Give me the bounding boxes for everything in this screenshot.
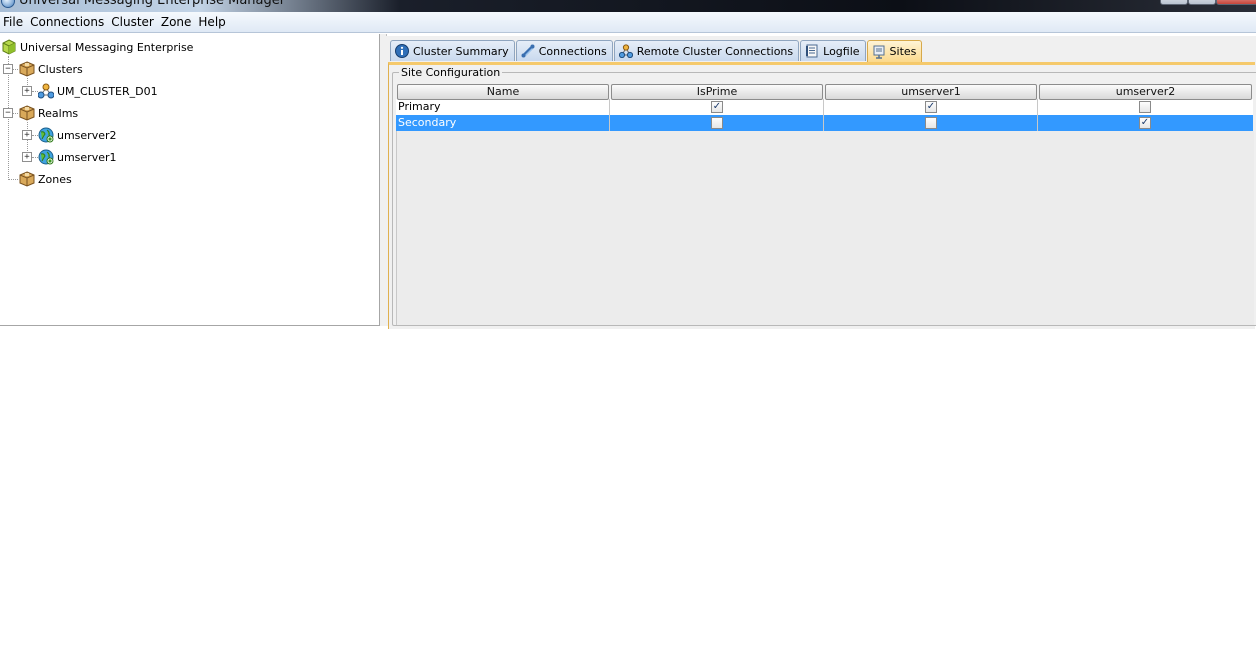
column-header-umserver1[interactable]: umserver1 [825,84,1037,100]
site-table: Name IsPrime umserver1 umserver2 Primary… [396,83,1254,325]
clusters-collapse-toggle[interactable]: − [3,64,13,74]
column-header-umserver2[interactable]: umserver2 [1039,84,1252,100]
tree-item-root[interactable]: Universal Messaging Enterprise [1,36,193,58]
tree-label-realms: Realms [38,106,79,120]
logfile-icon [805,44,819,58]
tree-item-realm[interactable]: umserver1 [38,146,117,168]
app-icon [1,0,15,8]
window-title: Universal Messaging Enterprise Manager [19,0,286,8]
tree-label-root: Universal Messaging Enterprise [20,40,194,54]
umserver1-checkbox[interactable]: ✓ [925,101,937,113]
tab-bar: Cluster Summary Connections Remote Clust… [390,40,923,62]
tab-connections[interactable]: Connections [515,40,613,61]
tree-item-realms[interactable]: Realms [19,102,78,124]
box-icon [19,171,35,187]
minimize-button[interactable] [1160,0,1188,5]
site-configuration-group: Site Configuration Name IsPrime umserver… [392,66,1256,326]
menu-connections[interactable]: Connections [27,12,108,32]
tree-label-clusters: Clusters [38,62,83,76]
realms-collapse-toggle[interactable]: − [3,108,13,118]
box-icon [19,61,35,77]
table-header: Name IsPrime umserver1 umserver2 [396,83,1253,100]
close-button[interactable] [1216,0,1256,5]
realm-expand-toggle[interactable]: + [22,152,32,162]
box-icon [19,105,35,121]
tab-logfile[interactable]: Logfile [800,40,866,61]
maximize-button[interactable] [1188,0,1216,5]
table-row[interactable]: Primary ✓ ✓ [396,99,1253,115]
menu-file[interactable]: File [0,12,27,32]
globe-icon [38,149,54,165]
tree-label-zones: Zones [38,172,72,186]
navigation-tree: Universal Messaging Enterprise − Cluster… [0,34,380,326]
title-bar: Universal Messaging Enterprise Manager [0,0,1256,12]
column-header-name[interactable]: Name [397,84,609,100]
tree-label-cluster: UM_CLUSTER_D01 [57,84,158,98]
cluster-expand-toggle[interactable]: + [22,86,32,96]
table-empty-area [396,131,1254,325]
tab-label: Sites [889,45,917,58]
sites-icon [872,45,886,59]
tree-item-realm[interactable]: umserver2 [38,124,117,146]
group-title: Site Configuration [399,66,503,79]
tab-label: Cluster Summary [413,44,509,58]
detail-panel: Cluster Summary Connections Remote Clust… [386,36,1256,329]
globe-icon [38,127,54,143]
cluster-nodes-icon [37,83,55,99]
menu-cluster[interactable]: Cluster [108,12,158,32]
enterprise-cube-icon [1,39,17,55]
umserver1-checkbox[interactable] [925,117,937,129]
site-name-cell: Primary [396,99,610,115]
umserver2-checkbox[interactable] [1139,101,1151,113]
table-row[interactable]: Secondary ✓ [396,115,1253,131]
isprime-checkbox[interactable] [711,117,723,129]
connections-icon [521,44,535,58]
tab-label: Remote Cluster Connections [636,44,794,58]
tree-item-cluster[interactable]: UM_CLUSTER_D01 [37,80,158,102]
umserver2-checkbox[interactable]: ✓ [1139,117,1151,129]
tree-item-clusters[interactable]: Clusters [19,58,83,80]
remote-cluster-icon [618,44,633,59]
tree-label-realm: umserver2 [57,128,117,142]
menu-zone[interactable]: Zone [158,12,196,32]
tab-label: Connections [538,44,607,58]
tab-sites[interactable]: Sites [866,40,923,62]
tab-cluster-summary[interactable]: Cluster Summary [390,40,515,61]
info-icon [395,44,409,58]
tab-remote-cluster-connections[interactable]: Remote Cluster Connections [613,40,800,61]
tree-item-zones[interactable]: Zones [19,168,72,190]
tree-label-realm: umserver1 [57,150,117,164]
column-header-isprime[interactable]: IsPrime [611,84,823,100]
menu-bar: File Connections Cluster Zone Help [0,12,1256,33]
sites-tab-content: Site Configuration Name IsPrime umserver… [388,62,1256,329]
isprime-checkbox[interactable]: ✓ [711,101,723,113]
site-name-cell: Secondary [396,115,610,131]
tree-connector [8,179,18,180]
tab-label: Logfile [823,44,860,58]
realm-expand-toggle[interactable]: + [22,130,32,140]
menu-help[interactable]: Help [195,12,229,32]
